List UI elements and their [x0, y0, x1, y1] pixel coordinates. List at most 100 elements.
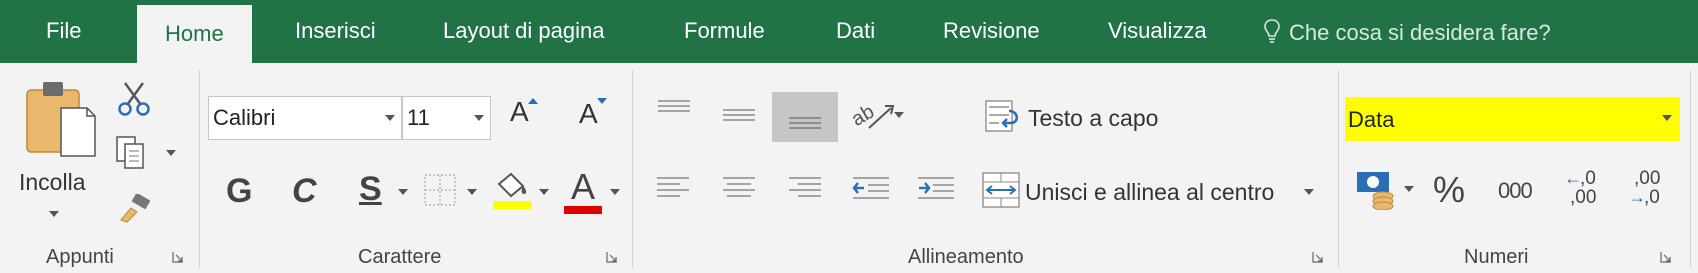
font-size-combo[interactable]: 11 [402, 96, 491, 140]
svg-text:ab: ab [853, 101, 878, 131]
comma-style-button[interactable]: 000 [1498, 178, 1533, 204]
grow-font-letter: A [510, 96, 529, 127]
tell-me-placeholder: Che cosa si desidera fare? [1289, 20, 1551, 45]
merge-center-button[interactable] [982, 172, 1020, 213]
increase-indent-button[interactable] [917, 176, 955, 207]
font-color-button[interactable]: A [563, 166, 603, 214]
paste-label[interactable]: Incolla [19, 169, 85, 196]
align-left-button[interactable] [656, 176, 690, 207]
ribbon-tab-bar: File Home Inserisci Layout di pagina For… [0, 0, 1698, 63]
font-size-value: 11 [407, 105, 430, 130]
borders-icon [424, 174, 456, 206]
font-dialog-launcher[interactable] [606, 250, 618, 263]
group-separator [632, 70, 633, 268]
align-center-button[interactable] [722, 176, 756, 207]
paintbrush-icon [120, 193, 151, 223]
fill-color-button[interactable] [491, 170, 533, 215]
group-separator [1690, 70, 1691, 268]
merge-center-label[interactable]: Unisci e allinea al centro [1025, 179, 1274, 206]
dialog-launcher-icon [606, 252, 617, 263]
ribbon-body [0, 63, 1698, 273]
orientation-button[interactable]: ab [848, 98, 897, 137]
clipboard-dialog-launcher[interactable] [172, 250, 184, 263]
align-right-button[interactable] [788, 176, 822, 207]
number-format-dropdown-arrow[interactable] [1662, 115, 1672, 121]
font-color-letter: A [570, 166, 595, 207]
alignment-dialog-launcher[interactable] [1312, 250, 1324, 263]
decrease-decimal-bottom: ,0 [1644, 187, 1660, 208]
paste-dropdown-arrow[interactable] [49, 211, 59, 217]
tab-page-layout[interactable]: Layout di pagina [443, 18, 604, 44]
paste-icon [26, 82, 96, 157]
decrease-decimal-button[interactable]: ,00 → ,0 [1628, 168, 1672, 210]
lightbulb-icon [1264, 19, 1280, 43]
copy-button[interactable] [115, 135, 147, 176]
align-middle-button[interactable] [722, 108, 756, 129]
group-separator [1338, 70, 1339, 268]
align-left-icon [657, 177, 689, 197]
tab-view[interactable]: Visualizza [1108, 18, 1207, 44]
wrap-text-label[interactable]: Testo a capo [1028, 105, 1158, 132]
tab-file[interactable]: File [46, 18, 81, 44]
bold-button[interactable]: G [226, 172, 252, 211]
shrink-arrow-icon [597, 98, 607, 104]
dialog-launcher-icon [172, 252, 183, 263]
align-bottom-icon [789, 117, 821, 129]
align-center-icon [723, 177, 755, 197]
group-separator [199, 70, 200, 268]
money-icon [1357, 172, 1394, 211]
wrap-text-button[interactable] [985, 99, 1023, 138]
align-top-button[interactable] [657, 99, 691, 120]
font-name-dropdown-arrow[interactable] [385, 115, 395, 121]
wrap-text-icon [985, 100, 1018, 132]
accounting-format-button[interactable] [1355, 168, 1397, 215]
font-group-label: Carattere [358, 246, 442, 268]
copy-icon [116, 136, 144, 169]
tell-me-box[interactable]: Che cosa si desidera fare? [1263, 18, 1551, 46]
font-name-combo[interactable]: Calibri [208, 96, 402, 140]
grow-arrow-icon [528, 98, 538, 104]
tab-formulas[interactable]: Formule [684, 18, 765, 44]
cut-button[interactable] [117, 81, 151, 122]
font-color-dropdown-arrow[interactable] [610, 189, 620, 195]
increase-decimal-button[interactable]: ← ,0 ,00 [1564, 168, 1608, 210]
paste-button[interactable] [25, 80, 97, 163]
increase-decimal-bottom: ,00 [1570, 187, 1597, 208]
copy-dropdown-arrow[interactable] [166, 150, 176, 156]
underline-dropdown-arrow[interactable] [398, 189, 408, 195]
number-group-label: Numeri [1464, 246, 1529, 268]
merge-center-dropdown-arrow[interactable] [1304, 189, 1314, 195]
tab-home[interactable]: Home [137, 5, 252, 63]
italic-button[interactable]: C [292, 172, 317, 211]
align-bottom-button[interactable] [772, 92, 838, 142]
number-format-value: Data [1348, 107, 1395, 132]
tab-insert[interactable]: Inserisci [295, 18, 376, 44]
tab-data[interactable]: Dati [836, 18, 875, 44]
borders-button[interactable] [423, 173, 457, 212]
format-painter-button[interactable] [117, 193, 151, 229]
font-size-dropdown-arrow[interactable] [474, 115, 484, 121]
grow-font-button[interactable]: A [510, 96, 538, 128]
tab-review[interactable]: Revisione [943, 18, 1040, 44]
orientation-dropdown-arrow[interactable] [894, 112, 904, 118]
clipboard-group-label: Appunti [46, 246, 114, 268]
decrease-indent-button[interactable] [852, 176, 890, 207]
align-right-icon [789, 177, 821, 197]
number-format-combo[interactable]: Data [1345, 97, 1680, 141]
shrink-font-letter: A [579, 98, 598, 129]
align-top-icon [658, 100, 690, 112]
paint-bucket-icon [493, 172, 531, 209]
decrease-indent-icon [852, 177, 889, 199]
borders-dropdown-arrow[interactable] [467, 189, 477, 195]
font-color-swatch [564, 206, 602, 214]
underline-button[interactable]: S [359, 170, 382, 209]
number-dialog-launcher[interactable] [1660, 250, 1672, 263]
align-middle-icon [723, 109, 755, 121]
accounting-dropdown-arrow[interactable] [1404, 186, 1414, 192]
alignment-group-label: Allineamento [908, 246, 1024, 268]
shrink-font-button[interactable]: A [579, 98, 607, 130]
percent-style-button[interactable]: % [1433, 169, 1465, 211]
merge-center-icon [982, 172, 1020, 208]
scissors-icon [118, 82, 150, 116]
fill-color-dropdown-arrow[interactable] [539, 189, 549, 195]
